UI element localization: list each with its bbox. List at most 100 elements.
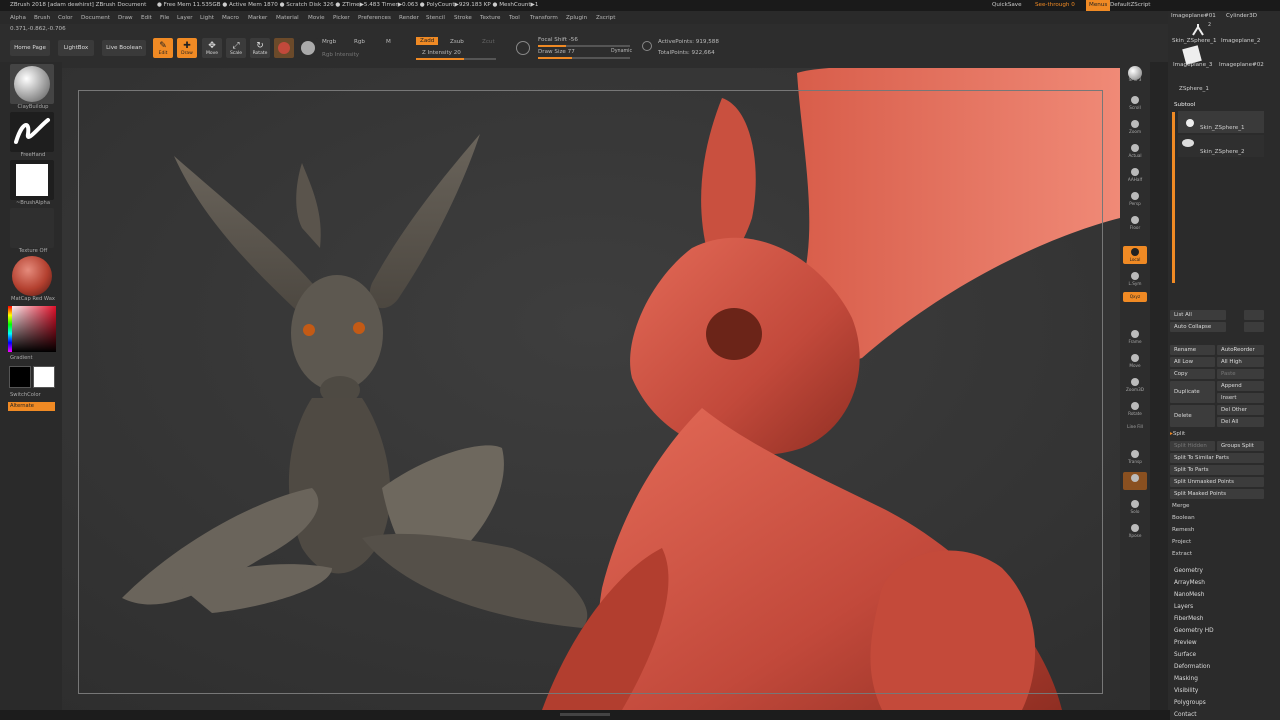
floor-button[interactable]: Floor xyxy=(1123,214,1147,232)
menu-stroke[interactable]: Stroke xyxy=(454,15,472,21)
surface-menu[interactable]: Surface xyxy=(1174,652,1196,658)
focal-shift-slider[interactable]: Focal Shift -56 xyxy=(538,37,578,43)
z-intensity-slider[interactable]: Z Intensity 20 xyxy=(422,50,461,56)
switch-color-button[interactable]: SwitchColor xyxy=(10,392,60,398)
solo-button[interactable]: Solo xyxy=(1123,498,1147,516)
split-hidden-button[interactable]: Split Hidden xyxy=(1170,441,1215,451)
zsub-button[interactable]: Zsub xyxy=(450,39,464,45)
mrgb-button[interactable]: Mrgb xyxy=(322,39,336,45)
brush-thumbnail[interactable] xyxy=(10,64,54,104)
split-similar-button[interactable]: Split To Similar Parts xyxy=(1170,453,1264,463)
extract-section[interactable]: Extract xyxy=(1172,551,1192,557)
visibility-menu[interactable]: Visibility xyxy=(1174,688,1198,694)
append-button[interactable]: Append xyxy=(1217,381,1264,391)
zcut-button[interactable]: Zcut xyxy=(482,39,495,45)
move-view-button[interactable]: Move xyxy=(1123,352,1147,370)
menu-marker[interactable]: Marker xyxy=(248,15,267,21)
rgb-button[interactable]: Rgb xyxy=(354,39,365,45)
menu-draw[interactable]: Draw xyxy=(118,15,133,21)
rotate-view-button[interactable]: Rotate xyxy=(1123,400,1147,418)
merge-section[interactable]: Merge xyxy=(1172,503,1189,509)
delete-button[interactable]: Delete xyxy=(1170,405,1215,427)
tool-thumb-label[interactable]: Imageplane#02 xyxy=(1219,62,1264,68)
alternate-button[interactable]: Alternate xyxy=(8,402,55,411)
paste-button[interactable]: Paste xyxy=(1217,369,1264,379)
texture-thumbnail[interactable] xyxy=(10,208,54,248)
menu-zscript[interactable]: Zscript xyxy=(596,15,615,21)
ghost-button[interactable] xyxy=(1123,472,1147,490)
geometry-menu[interactable]: Geometry xyxy=(1174,568,1203,574)
transp-button[interactable]: Transp xyxy=(1123,448,1147,466)
menu-tool[interactable]: Tool xyxy=(509,15,520,21)
subtool-item-2[interactable]: Skin_ZSphere_2 xyxy=(1178,135,1264,157)
subtool-header[interactable]: Subtool xyxy=(1174,102,1195,108)
rename-button[interactable]: Rename xyxy=(1170,345,1215,355)
tool-thumb-label[interactable]: Imageplane_2 xyxy=(1221,38,1260,44)
frame-button[interactable]: Frame xyxy=(1123,328,1147,346)
split-masked-button[interactable]: Split Masked Points xyxy=(1170,489,1264,499)
remesh-section[interactable]: Remesh xyxy=(1172,527,1194,533)
secondary-color-swatch[interactable] xyxy=(9,366,31,388)
autoreorder-button[interactable]: AutoReorder xyxy=(1217,345,1264,355)
insert-button[interactable]: Insert xyxy=(1217,393,1264,403)
bottom-shelf-handle[interactable] xyxy=(560,713,610,716)
rotate-mode-button[interactable]: ↻ Rotate xyxy=(250,38,270,58)
persp-button[interactable]: Persp xyxy=(1123,190,1147,208)
rgb-intensity-slider[interactable]: Rgb Intensity xyxy=(322,52,359,58)
m-button[interactable]: M xyxy=(386,39,391,45)
geometry-hd-menu[interactable]: Geometry HD xyxy=(1174,628,1214,634)
copy-button[interactable]: Copy xyxy=(1170,369,1215,379)
all-high-button[interactable]: All High xyxy=(1217,357,1264,367)
subtool-item-1[interactable]: Skin_ZSphere_1 xyxy=(1178,111,1264,133)
subtool-scrollbar[interactable] xyxy=(1172,112,1175,283)
live-boolean-button[interactable]: Live Boolean xyxy=(102,40,146,56)
layers-menu[interactable]: Layers xyxy=(1174,604,1193,610)
duplicate-button[interactable]: Duplicate xyxy=(1170,381,1215,403)
menu-preferences[interactable]: Preferences xyxy=(358,15,391,21)
lightbox-button[interactable]: LightBox xyxy=(58,40,94,56)
arrow-up-icon[interactable] xyxy=(1244,322,1264,332)
sphere-preview-button[interactable] xyxy=(298,38,318,58)
menu-render[interactable]: Render xyxy=(399,15,419,21)
menu-macro[interactable]: Macro xyxy=(222,15,239,21)
primary-color-swatch[interactable] xyxy=(33,366,55,388)
deformation-menu[interactable]: Deformation xyxy=(1174,664,1210,670)
scroll-button[interactable]: Scroll xyxy=(1123,94,1147,112)
actual-button[interactable]: Actual xyxy=(1123,142,1147,160)
hue-strip[interactable] xyxy=(8,306,12,352)
move-mode-button[interactable]: ✥ Move xyxy=(202,38,222,58)
list-all-button[interactable]: List All xyxy=(1170,310,1226,320)
nanomesh-menu[interactable]: NanoMesh xyxy=(1174,592,1204,598)
menu-texture[interactable]: Texture xyxy=(480,15,500,21)
material-thumbnail[interactable] xyxy=(10,256,54,296)
zoom3d-button[interactable]: Zoom3D xyxy=(1123,376,1147,394)
z-intensity-track[interactable] xyxy=(416,58,496,60)
dynamic-button[interactable]: Dynamic xyxy=(611,49,632,54)
split-header[interactable]: ▸Split xyxy=(1170,431,1185,437)
arrow-down-icon[interactable] xyxy=(1244,310,1264,320)
menu-light[interactable]: Light xyxy=(200,15,214,21)
gradient-label[interactable]: Gradient xyxy=(10,355,60,361)
project-section[interactable]: Project xyxy=(1172,539,1191,545)
see-through-slider[interactable]: See-through 0 xyxy=(1035,2,1075,8)
zoom-button[interactable]: Zoom xyxy=(1123,118,1147,136)
preview-menu[interactable]: Preview xyxy=(1174,640,1197,646)
menu-movie[interactable]: Movie xyxy=(308,15,325,21)
tool-thumb-label[interactable]: ZSphere_1 xyxy=(1179,86,1209,92)
edit-mode-button[interactable]: ✎ Edit xyxy=(153,38,173,58)
menu-layer[interactable]: Layer xyxy=(177,15,193,21)
boolean-section[interactable]: Boolean xyxy=(1172,515,1195,521)
tool-thumb-label[interactable]: Cylinder3D xyxy=(1226,13,1257,19)
line-fill-button[interactable]: Line Fill xyxy=(1123,422,1147,432)
stroke-thumbnail[interactable] xyxy=(10,112,54,152)
menu-edit[interactable]: Edit xyxy=(141,15,152,21)
menu-transform[interactable]: Transform xyxy=(530,15,558,21)
eye-icon[interactable] xyxy=(1186,119,1194,127)
scale-mode-button[interactable]: ⤢ Scale xyxy=(226,38,246,58)
menu-stencil[interactable]: Stencil xyxy=(426,15,445,21)
draw-size-slider[interactable]: Draw Size 77 xyxy=(538,49,575,55)
zadd-button[interactable]: Zadd xyxy=(416,37,439,45)
menu-color[interactable]: Color xyxy=(58,15,73,21)
auto-collapse-button[interactable]: Auto Collapse xyxy=(1170,322,1226,332)
quicksave-button[interactable]: QuickSave xyxy=(992,2,1022,8)
